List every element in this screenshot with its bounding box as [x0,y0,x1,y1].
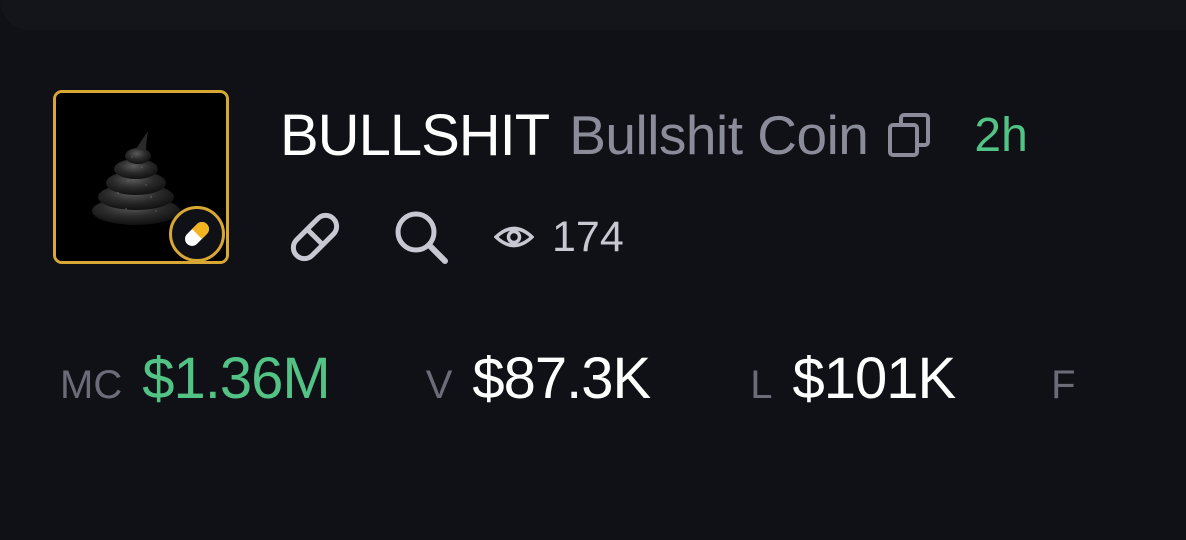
liquidity-value: $101K [792,346,956,411]
volume-label: V [425,363,453,407]
search-icon [395,211,448,264]
liquidity-stat: L $101K [750,345,956,412]
copy-address-button[interactable] [884,109,934,161]
token-avatar[interactable] [53,90,229,266]
volume-value: $87.3K [472,346,651,411]
liquidity-label: L [750,363,773,407]
market-cap-value: $1.36M [142,346,330,411]
token-name: Bullshit Coin [569,104,869,166]
platform-badge [169,206,225,262]
truncated-stat: F [1051,363,1075,408]
token-stats-row: MC $1.36M V $87.3K L $101K F [60,345,1186,417]
truncated-stat-label: F [1051,363,1076,407]
copy-icon [888,113,931,157]
eye-icon [494,226,534,248]
view-count: 174 [494,213,624,262]
search-button[interactable] [388,205,454,269]
top-strip [0,0,1186,30]
market-cap-label: MC [60,363,123,407]
token-ticker: BULLSHIT [280,102,550,168]
market-cap-stat: MC $1.36M [60,345,331,412]
link-icon [290,212,340,262]
view-count-value: 174 [552,212,624,261]
token-actions-row: 174 [282,205,624,269]
token-age: 2h [974,108,1028,162]
volume-stat: V $87.3K [425,345,652,412]
token-title-row: BULLSHIT Bullshit Coin 2h [280,100,1028,170]
link-button[interactable] [282,205,348,269]
pill-icon [185,222,209,246]
